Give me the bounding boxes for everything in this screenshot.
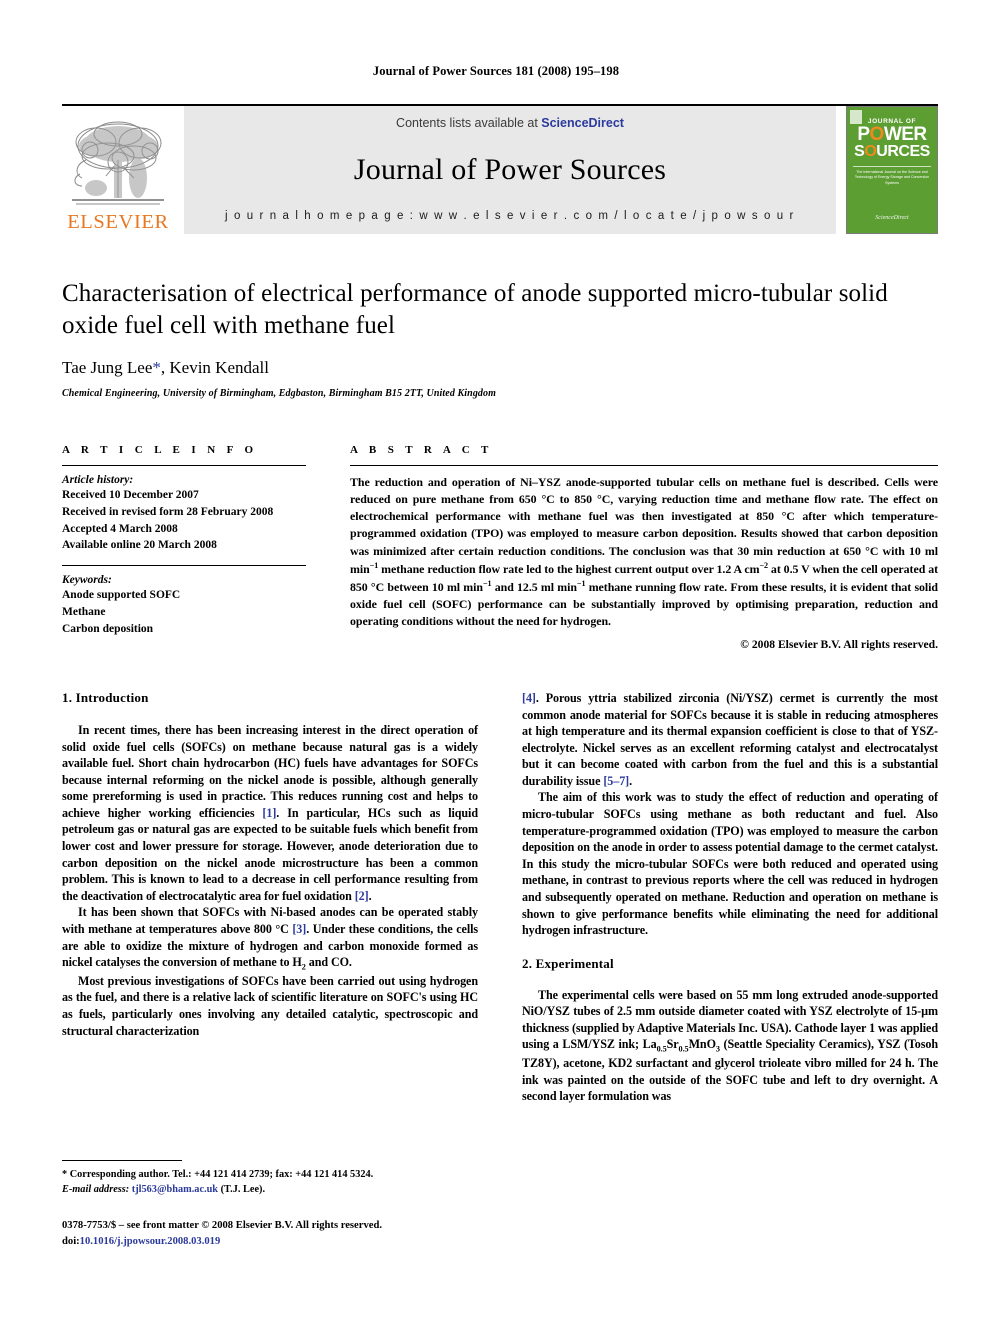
citation-link[interactable]: [1] <box>262 806 276 820</box>
paragraph: In recent times, there has been increasi… <box>62 723 478 903</box>
journal-homepage[interactable]: j o u r n a l h o m e p a g e : w w w . … <box>225 210 795 222</box>
journal-cover-thumbnail: JOURNAL OF POWER SOURCES The Internation… <box>846 106 938 234</box>
divider <box>62 565 306 567</box>
footnote-divider <box>62 1160 182 1161</box>
abstract-column: A B S T R A C T The reduction and operat… <box>350 444 938 651</box>
elsevier-logo: ELSEVIER <box>62 106 174 234</box>
author-name: Tae Jung Lee <box>62 358 153 377</box>
journal-title: Journal of Power Sources <box>353 153 667 186</box>
keyword-item: Carbon deposition <box>62 622 154 635</box>
article-history-label: Article history: <box>62 474 134 486</box>
body-columns: 1. Introduction In recent times, there h… <box>62 690 938 1105</box>
doi-link[interactable]: 10.1016/j.jpowsour.2008.03.019 <box>80 1236 221 1247</box>
cover-footer-label: ScienceDirect <box>875 215 909 221</box>
elsevier-wordmark: ELSEVIER <box>67 210 169 233</box>
journal-masthead: ELSEVIER Contents lists available at Sci… <box>62 104 938 234</box>
author-list: Tae Jung Lee*, Kevin Kendall <box>62 358 938 378</box>
history-item: Received in revised form 28 February 200… <box>62 505 274 518</box>
citation-link[interactable]: [5–7] <box>603 774 629 788</box>
journal-banner: Contents lists available at ScienceDirec… <box>184 106 836 234</box>
citation-link[interactable]: [4] <box>522 691 536 705</box>
abstract-text: The reduction and operation of Ni–YSZ an… <box>350 475 939 629</box>
paragraph: Most previous investigations of SOFCs ha… <box>62 973 478 1038</box>
article-info-column: A R T I C L E I N F O Article history: R… <box>62 444 306 651</box>
paragraph: The aim of this work was to study the ef… <box>522 790 938 938</box>
divider <box>62 465 306 466</box>
left-column: 1. Introduction In recent times, there h… <box>62 690 478 1105</box>
citation-link[interactable]: [3] <box>292 922 306 936</box>
cover-elsevier-mark-icon <box>850 110 862 124</box>
section-heading-introduction: 1. Introduction <box>62 690 149 705</box>
paragraph: It has been shown that SOFCs with Ni-bas… <box>62 905 479 972</box>
section-heading-experimental: 2. Experimental <box>522 955 614 971</box>
page-title: Characterisation of electrical performan… <box>62 280 888 339</box>
issn-line: 0378-7753/$ – see front matter © 2008 El… <box>62 1220 382 1231</box>
author-name-2: , Kevin Kendall <box>160 358 269 377</box>
paragraph: [4]. Porous yttria stabilized zirconia (… <box>522 691 938 788</box>
keywords-label: Keywords: <box>62 574 112 587</box>
issn-doi-block: 0378-7753/$ – see front matter © 2008 El… <box>62 1218 492 1250</box>
paragraph: The experimental cells were based on 55 … <box>522 987 938 1104</box>
corresponding-author-marker[interactable]: * <box>152 358 161 377</box>
cover-power-label: POWER <box>857 124 927 145</box>
keyword-item: Methane <box>62 605 106 618</box>
corresponding-author-note: * Corresponding author. Tel.: +44 121 41… <box>62 1169 374 1180</box>
history-item: Accepted 4 March 2008 <box>62 522 178 535</box>
history-item: Received 10 December 2007 <box>62 489 199 501</box>
citation-link[interactable]: [2] <box>355 889 369 903</box>
info-abstract-row: A R T I C L E I N F O Article history: R… <box>62 444 938 651</box>
elsevier-tree-icon <box>72 121 164 204</box>
right-column: [4]. Porous yttria stabilized zirconia (… <box>522 690 938 1105</box>
title-block: Characterisation of electrical performan… <box>62 278 938 399</box>
email-note: E-mail address: tjl563@bham.ac.uk (T.J. … <box>62 1183 478 1198</box>
doi-label: doi: <box>62 1235 80 1247</box>
contents-prefix: Contents lists available at <box>396 116 542 130</box>
contents-available-line: Contents lists available at ScienceDirec… <box>396 116 624 130</box>
keyword-item: Anode supported SOFC <box>62 589 181 602</box>
history-item: Available online 20 March 2008 <box>62 539 217 552</box>
doi-line: doi:10.1016/j.jpowsour.2008.03.019 <box>62 1234 492 1250</box>
footnote-block: * Corresponding author. Tel.: +44 121 41… <box>62 1160 478 1197</box>
email-suffix: (T.J. Lee). <box>218 1183 266 1195</box>
running-head: Journal of Power Sources 181 (2008) 195–… <box>372 64 620 78</box>
affiliation: Chemical Engineering, University of Birm… <box>62 388 497 399</box>
divider <box>350 465 938 466</box>
copyright-line: © 2008 Elsevier B.V. All rights reserved… <box>740 638 938 652</box>
cover-subtitle: The International Journal on the Science… <box>853 166 931 186</box>
article-info-heading: A R T I C L E I N F O <box>62 444 258 456</box>
email-link[interactable]: tjl563@bham.ac.uk <box>132 1184 218 1195</box>
abstract-heading: A B S T R A C T <box>350 444 493 456</box>
sciencedirect-link[interactable]: ScienceDirect <box>541 116 624 130</box>
cover-sources-label: SOURCES <box>854 143 930 161</box>
email-label: E-mail address: <box>62 1183 130 1195</box>
paper-page: Journal of Power Sources 181 (2008) 195–… <box>0 0 992 1323</box>
